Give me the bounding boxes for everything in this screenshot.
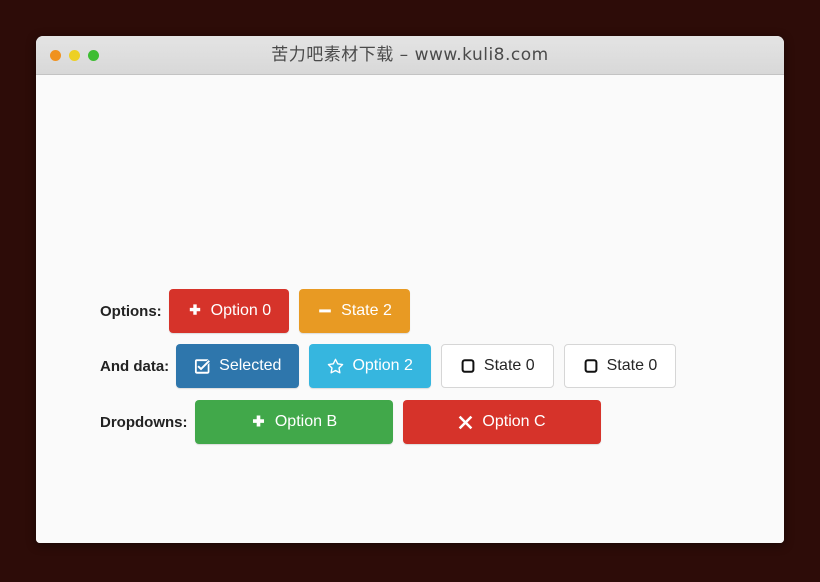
plus-icon	[187, 303, 203, 319]
state-0-button-2[interactable]: State 0	[563, 344, 677, 388]
option-0-button[interactable]: Option 0	[168, 289, 290, 333]
row-label-and-data: And data:	[100, 357, 170, 375]
row-dropdowns: Dropdowns: Option B Option C	[100, 400, 601, 444]
times-icon	[457, 414, 474, 431]
option-b-dropdown[interactable]: Option B	[194, 400, 393, 444]
selected-button[interactable]: Selected	[176, 344, 300, 388]
option-c-dropdown[interactable]: Option C	[402, 400, 601, 444]
state-2-label: State 2	[341, 302, 392, 319]
option-0-label: Option 0	[210, 302, 272, 319]
row-label-options: Options:	[100, 302, 162, 320]
stop-square-icon	[460, 358, 476, 374]
state-2-button[interactable]: State 2	[299, 289, 410, 333]
option-b-label: Option B	[274, 413, 338, 430]
window-title: 苦力吧素材下载 – www.kuli8.com	[271, 45, 549, 65]
check-square-icon	[194, 358, 211, 375]
star-outline-icon	[327, 358, 344, 375]
state-0-label-2: State 0	[606, 357, 658, 374]
selected-label: Selected	[219, 357, 282, 374]
app-window: 苦力吧素材下载 – www.kuli8.com Options: Option …	[36, 36, 784, 543]
option-c-label: Option C	[482, 413, 546, 430]
state-0-label-1: State 0	[483, 357, 535, 374]
row-options: Options: Option 0 State 2	[100, 289, 410, 333]
plus-icon	[250, 414, 267, 431]
option-2-button[interactable]: Option 2	[309, 344, 431, 388]
stop-square-icon	[583, 358, 599, 374]
minus-icon	[317, 303, 333, 319]
row-label-dropdowns: Dropdowns:	[100, 413, 188, 431]
row-and-data: And data: Selected Option 2 State 0 Stat…	[100, 344, 677, 388]
option-2-label: Option 2	[352, 357, 413, 374]
state-0-button-1[interactable]: State 0	[440, 344, 554, 388]
window-titlebar: 苦力吧素材下载 – www.kuli8.com	[36, 36, 784, 75]
window-content: Options: Option 0 State 2 And data: Sele…	[36, 75, 784, 543]
